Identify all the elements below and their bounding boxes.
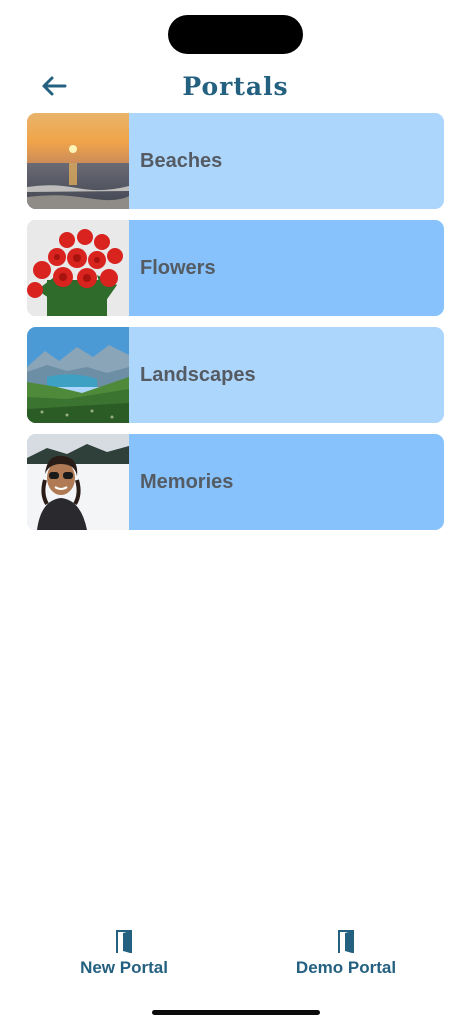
portal-label: Beaches bbox=[140, 149, 223, 172]
portal-label: Memories bbox=[140, 470, 234, 493]
memories-thumbnail bbox=[27, 434, 129, 530]
page-title: Portals bbox=[182, 72, 289, 101]
portal-row-flowers[interactable]: Flowers bbox=[27, 220, 444, 316]
flowers-thumbnail bbox=[27, 220, 129, 316]
portal-label: Landscapes bbox=[140, 363, 256, 386]
portal-row-beaches[interactable]: Beaches bbox=[27, 113, 444, 209]
header: Portals bbox=[0, 66, 471, 110]
bottom-tabbar: New Portal Demo Portal bbox=[0, 928, 471, 988]
beach-thumbnail bbox=[27, 113, 129, 209]
landscape-thumbnail bbox=[27, 327, 129, 423]
door-icon bbox=[338, 930, 354, 953]
portal-label: Flowers bbox=[140, 256, 216, 279]
dynamic-island bbox=[168, 15, 303, 54]
home-indicator[interactable] bbox=[152, 1010, 320, 1015]
new-portal-label: New Portal bbox=[80, 958, 168, 977]
new-portal-button[interactable]: New Portal bbox=[49, 928, 199, 978]
portal-list: Beaches Flowers Landscapes Memories bbox=[27, 113, 444, 541]
door-icon bbox=[116, 930, 132, 953]
portal-row-memories[interactable]: Memories bbox=[27, 434, 444, 530]
demo-portal-label: Demo Portal bbox=[295, 958, 397, 977]
demo-portal-button[interactable]: Demo Portal bbox=[271, 928, 421, 978]
portal-row-landscapes[interactable]: Landscapes bbox=[27, 327, 444, 423]
